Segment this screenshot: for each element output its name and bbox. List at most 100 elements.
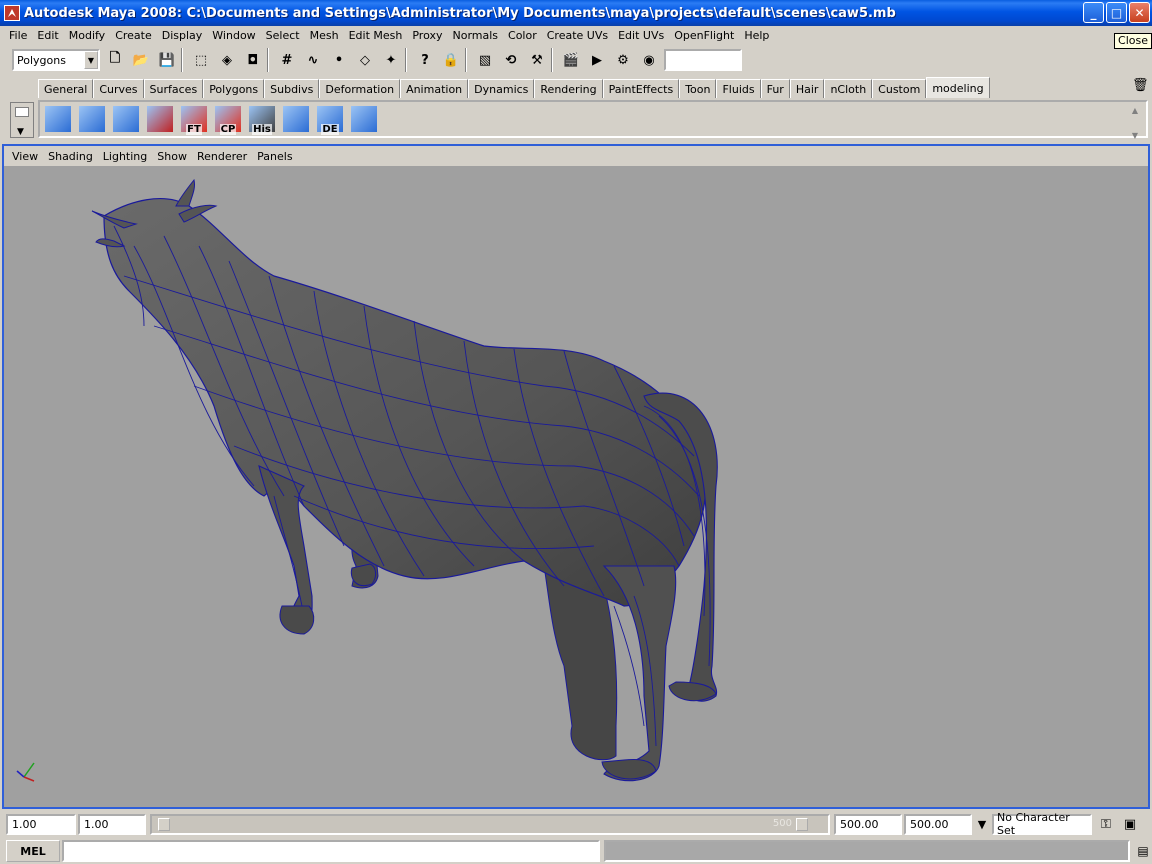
panel-menu-view[interactable]: View xyxy=(7,150,43,163)
poly-cube-icon[interactable] xyxy=(42,103,74,135)
shelf-menu-button[interactable]: ▼ xyxy=(10,102,34,138)
shelf-tab-ncloth[interactable]: nCloth xyxy=(824,79,873,98)
maya-logo-icon[interactable] xyxy=(4,5,20,21)
freeze-transform-icon[interactable]: FT xyxy=(178,103,210,135)
ipr-icon[interactable]: ▶ xyxy=(586,49,608,71)
menu-set-dropdown[interactable]: Polygons ▼ xyxy=(12,49,100,71)
range-start-handle[interactable] xyxy=(158,817,170,831)
anim-preferences-icon[interactable]: ▣ xyxy=(1120,813,1140,835)
menu-window[interactable]: Window xyxy=(207,29,260,42)
curve-tool-icon[interactable] xyxy=(144,103,176,135)
minimize-button[interactable]: _ xyxy=(1083,2,1104,23)
end-time-field[interactable]: 500.00 xyxy=(904,813,972,835)
shelf-tab-curves[interactable]: Curves xyxy=(93,79,144,98)
command-input[interactable] xyxy=(62,840,600,862)
panel-menu-shading[interactable]: Shading xyxy=(43,150,98,163)
panel-menubar: View Shading Lighting Show Renderer Panels xyxy=(4,146,1148,166)
construction-icon[interactable]: ⚒ xyxy=(526,49,548,71)
shelf-tab-modeling[interactable]: modeling xyxy=(926,77,990,98)
trash-icon[interactable]: 🗑 xyxy=(1132,78,1149,94)
render-icon[interactable]: 🎬 xyxy=(560,49,582,71)
shelf-tab-general[interactable]: General xyxy=(38,79,94,98)
menu-create-uvs[interactable]: Create UVs xyxy=(542,29,613,42)
new-scene-icon[interactable]: 🗋 xyxy=(104,49,126,71)
menu-display[interactable]: Display xyxy=(157,29,208,42)
start-time-field[interactable]: 1.00 xyxy=(6,813,76,835)
character-set-arrow-icon[interactable]: ▼ xyxy=(972,814,992,835)
shelf-tab-hair[interactable]: Hair xyxy=(789,79,825,98)
quick-select-input[interactable] xyxy=(664,49,742,71)
shelf-tab-fur[interactable]: Fur xyxy=(760,79,790,98)
menu-normals[interactable]: Normals xyxy=(447,29,503,42)
open-scene-icon[interactable]: 📂 xyxy=(130,49,152,71)
menu-edit[interactable]: Edit xyxy=(32,29,63,42)
menu-edit-mesh[interactable]: Edit Mesh xyxy=(344,29,408,42)
shelf-tab-surfaces[interactable]: Surfaces xyxy=(143,79,204,98)
delete-history-icon[interactable]: His xyxy=(246,103,278,135)
range-slider[interactable]: 500 xyxy=(150,813,830,835)
menu-proxy[interactable]: Proxy xyxy=(407,29,447,42)
shelf-tab-custom[interactable]: Custom xyxy=(872,79,927,98)
menu-file[interactable]: File xyxy=(4,29,32,42)
panel-menu-lighting[interactable]: Lighting xyxy=(98,150,152,163)
select-object-icon[interactable]: ◈ xyxy=(216,49,238,71)
range-end-handle[interactable] xyxy=(796,817,808,831)
menu-help[interactable]: Help xyxy=(739,29,774,42)
shelf-tab-dynamics[interactable]: Dynamics xyxy=(468,79,535,98)
extrude-icon[interactable] xyxy=(348,103,380,135)
menu-create[interactable]: Create xyxy=(110,29,157,42)
save-scene-icon[interactable]: 💾 xyxy=(156,49,178,71)
shelf-scroll-arrows[interactable]: ▲ ▼ xyxy=(1128,106,1142,140)
shelf-tab-fluids[interactable]: Fluids xyxy=(716,79,761,98)
split-edge-icon[interactable] xyxy=(76,103,108,135)
close-button[interactable]: ✕ xyxy=(1129,2,1150,23)
panel-menu-renderer[interactable]: Renderer xyxy=(192,150,252,163)
chevron-down-icon[interactable]: ▼ xyxy=(84,51,98,69)
menu-openflight[interactable]: OpenFlight xyxy=(669,29,739,42)
snap-curve-icon[interactable]: ∿ xyxy=(302,49,324,71)
script-editor-icon[interactable]: ▤ xyxy=(1134,841,1152,861)
range-start-field[interactable]: 1.00 xyxy=(78,813,146,835)
center-pivot-icon[interactable]: CP xyxy=(212,103,244,135)
hypershade-icon[interactable]: ◉ xyxy=(638,49,660,71)
shelf-tab-toon[interactable]: Toon xyxy=(679,79,717,98)
maximize-button[interactable]: □ xyxy=(1106,2,1127,23)
shelf-tab-animation[interactable]: Animation xyxy=(400,79,469,98)
shelf-menu-arrow-icon[interactable]: ▼ xyxy=(17,127,24,137)
shelf-tab-subdivs[interactable]: Subdivs xyxy=(264,79,320,98)
snap-plane-icon[interactable]: ◇ xyxy=(354,49,376,71)
shelf-tab-rendering[interactable]: Rendering xyxy=(534,79,603,98)
history-icon[interactable]: ⟲ xyxy=(500,49,522,71)
chevron-up-icon[interactable]: ▲ xyxy=(1132,106,1138,115)
chevron-down-icon[interactable]: ▼ xyxy=(1132,131,1138,140)
render-settings-icon[interactable]: ⚙ xyxy=(612,49,634,71)
select-tool-icon[interactable] xyxy=(110,103,142,135)
select-highlight-icon[interactable]: ▧ xyxy=(474,49,496,71)
perspective-viewport[interactable] xyxy=(4,166,1148,807)
range-end-field[interactable]: 500.00 xyxy=(834,813,902,835)
snap-point-icon[interactable]: • xyxy=(328,49,350,71)
menu-mesh[interactable]: Mesh xyxy=(305,29,344,42)
shelf-tab-deformation[interactable]: Deformation xyxy=(319,79,401,98)
menu-select[interactable]: Select xyxy=(261,29,305,42)
menu-modify[interactable]: Modify xyxy=(64,29,110,42)
select-component-icon[interactable]: ◘ xyxy=(242,49,264,71)
panel-menu-panels[interactable]: Panels xyxy=(252,150,297,163)
shelf-tabs-toggle-icon[interactable] xyxy=(15,107,29,117)
lock-icon[interactable]: 🔒 xyxy=(440,49,462,71)
character-set-field[interactable]: No Character Set xyxy=(992,811,1092,837)
snap-grid-icon[interactable]: # xyxy=(276,49,298,71)
cow-mesh[interactable] xyxy=(4,166,1148,807)
select-hierarchy-icon[interactable]: ⬚ xyxy=(190,49,212,71)
menu-edit-uvs[interactable]: Edit UVs xyxy=(613,29,669,42)
menu-color[interactable]: Color xyxy=(503,29,542,42)
delete-edge-icon[interactable]: DE xyxy=(314,103,346,135)
shelf-tab-painteffects[interactable]: PaintEffects xyxy=(602,79,680,98)
shelf-tab-polygons[interactable]: Polygons xyxy=(203,79,265,98)
panel-menu-show[interactable]: Show xyxy=(152,150,192,163)
help-icon[interactable]: ? xyxy=(414,49,436,71)
snap-live-icon[interactable]: ✦ xyxy=(380,49,402,71)
command-language-button[interactable]: MEL xyxy=(6,840,60,862)
auto-key-icon[interactable]: ⚿ xyxy=(1092,813,1120,835)
smooth-mesh-icon[interactable] xyxy=(280,103,312,135)
